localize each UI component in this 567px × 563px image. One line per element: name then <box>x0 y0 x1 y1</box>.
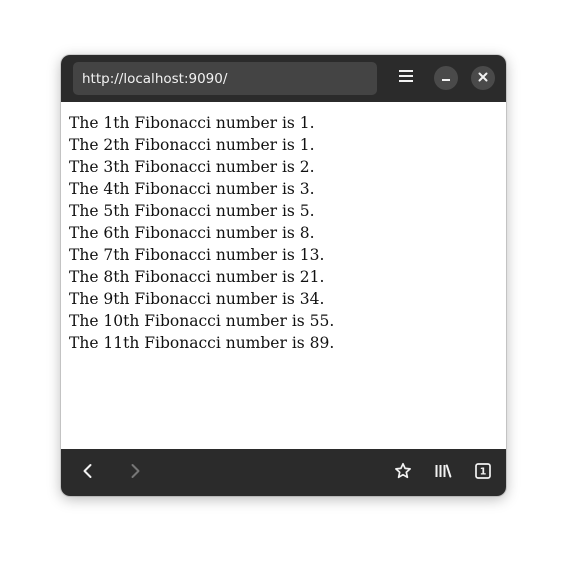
header-bar: http://localhost:9090/ <box>61 55 506 102</box>
list-item: The 4th Fibonacci number is 3. <box>69 180 315 198</box>
list-item: The 6th Fibonacci number is 8. <box>69 224 315 242</box>
tabs-button[interactable]: 1 <box>470 460 496 486</box>
close-button[interactable] <box>471 66 495 90</box>
chevron-right-icon <box>128 463 142 484</box>
tab-count: 1 <box>480 466 487 477</box>
list-item: The 11th Fibonacci number is 89. <box>69 334 335 352</box>
star-icon <box>394 462 412 485</box>
fibonacci-list: The 1th Fibonacci number is 1. The 2th F… <box>61 102 506 354</box>
minimize-icon <box>441 69 451 87</box>
forward-button[interactable] <box>122 460 148 486</box>
back-button[interactable] <box>75 460 101 486</box>
url-text: http://localhost:9090/ <box>82 70 228 87</box>
tab-counter-icon: 1 <box>474 462 492 485</box>
list-item: The 2th Fibonacci number is 1. <box>69 136 315 154</box>
close-icon <box>478 69 488 87</box>
url-bar[interactable]: http://localhost:9090/ <box>73 62 377 95</box>
bottom-toolbar: 1 <box>61 449 506 496</box>
list-item: The 3th Fibonacci number is 2. <box>69 158 315 176</box>
chevron-left-icon <box>81 463 95 484</box>
list-item: The 8th Fibonacci number is 21. <box>69 268 325 286</box>
list-item: The 1th Fibonacci number is 1. <box>69 114 315 132</box>
library-button[interactable] <box>430 460 456 486</box>
list-item: The 10th Fibonacci number is 55. <box>69 312 335 330</box>
bookmark-button[interactable] <box>390 460 416 486</box>
list-item: The 7th Fibonacci number is 13. <box>69 246 325 264</box>
library-icon <box>434 463 452 484</box>
menu-button[interactable] <box>394 67 418 89</box>
minimize-button[interactable] <box>434 66 458 90</box>
list-item: The 9th Fibonacci number is 34. <box>69 290 325 308</box>
list-item: The 5th Fibonacci number is 5. <box>69 202 315 220</box>
page-content: The 1th Fibonacci number is 1. The 2th F… <box>61 102 506 449</box>
hamburger-menu-icon <box>398 69 414 88</box>
browser-window: http://localhost:9090/ The 1th Fibonacci… <box>61 55 506 496</box>
